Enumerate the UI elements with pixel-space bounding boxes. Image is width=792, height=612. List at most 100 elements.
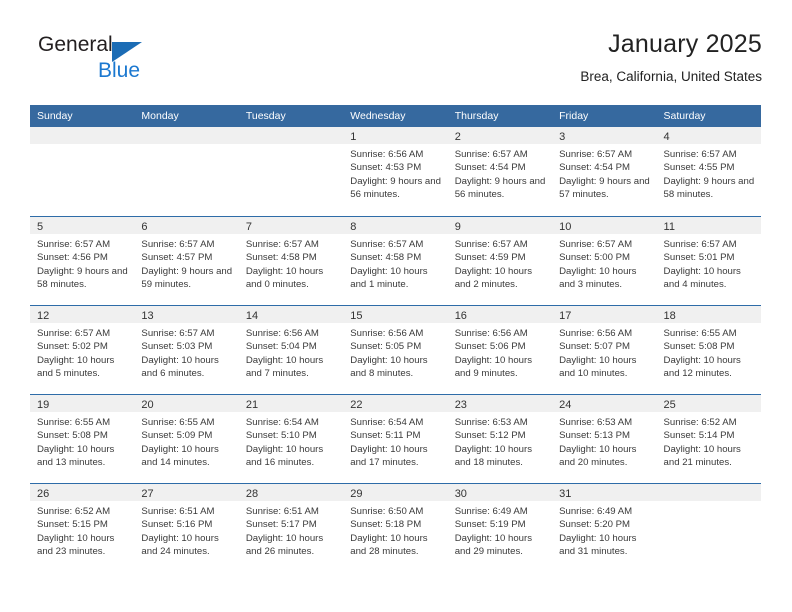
day-sun-info: Sunrise: 6:56 AM Sunset: 5:07 PM Daylight:… <box>552 323 656 380</box>
daylight-text: Daylight: 9 hours and 56 minutes. <box>350 175 441 200</box>
day-number: 7 <box>245 221 252 233</box>
day-number: 18 <box>663 310 676 322</box>
calendar-day-cell[interactable]: 14 Sunrise: 6:56 AM Sunset: 5:04 PM Dayligh… <box>238 306 344 394</box>
daylight-text: Daylight: 10 hours and 12 minutes. <box>663 354 741 379</box>
calendar-day-cell[interactable]: 19 Sunrise: 6:55 AM Sunset: 5:08 PM Dayligh… <box>30 395 135 483</box>
daylight-text: Daylight: 10 hours and 13 minutes. <box>37 443 115 468</box>
day-number: 6 <box>141 221 148 233</box>
calendar-grid: Sunday Monday Tuesday Wednesday Thursday Frid… <box>30 105 761 572</box>
day-number-band: 27 <box>134 484 239 501</box>
day-number: 20 <box>141 399 154 411</box>
calendar-day-cell[interactable]: 22 Sunrise: 6:54 AM Sunset: 5:11 PM Dayligh… <box>343 395 448 483</box>
day-number-band: 9 <box>447 217 553 234</box>
calendar-day-cell[interactable]: 20 Sunrise: 6:55 AM Sunset: 5:09 PM Dayligh… <box>134 395 239 483</box>
calendar-day-cell[interactable]: 29 Sunrise: 6:50 AM Sunset: 5:18 PM Dayligh… <box>343 484 448 572</box>
calendar-day-cell[interactable]: 17 Sunrise: 6:56 AM Sunset: 5:07 PM Dayligh… <box>552 306 657 394</box>
sunset-text: Sunset: 4:56 PM <box>37 252 108 264</box>
day-number-band: 26 <box>30 484 135 501</box>
weekday-header-monday: Monday <box>141 110 179 122</box>
sunrise-text: Sunrise: 6:56 AM <box>454 328 528 339</box>
sunset-text: Sunset: 5:07 PM <box>559 341 631 353</box>
day-sun-info: Sunrise: 6:55 AM Sunset: 5:08 PM Daylight:… <box>30 412 134 469</box>
day-number-band: 25 <box>656 395 761 412</box>
weekday-header-row: Sunday Monday Tuesday Wednesday Thursday Frid… <box>30 105 761 127</box>
day-number-band: 31 <box>552 484 657 501</box>
calendar-day-cell[interactable]: 1 Sunrise: 6:56 AM Sunset: 4:53 PM Daylight… <box>343 127 448 216</box>
calendar-week-row: 26 Sunrise: 6:52 AM Sunset: 5:15 PM Dayligh… <box>30 483 761 572</box>
daylight-text: Daylight: 10 hours and 26 minutes. <box>245 532 324 557</box>
calendar-day-cell[interactable]: 31 Sunrise: 6:49 AM Sunset: 5:20 PM Dayligh… <box>552 484 657 572</box>
sunset-text: Sunset: 4:58 PM <box>350 252 422 264</box>
calendar-day-cell[interactable]: 23 Sunrise: 6:53 AM Sunset: 5:12 PM Dayligh… <box>447 395 553 483</box>
weekday-header-wednesday: Wednesday <box>350 110 406 122</box>
calendar-day-cell[interactable]: 18 Sunrise: 6:55 AM Sunset: 5:08 PM Dayligh… <box>656 306 761 394</box>
daylight-text: Daylight: 10 hours and 18 minutes. <box>454 443 533 468</box>
day-number-band <box>656 484 761 501</box>
calendar-day-cell[interactable]: 10 Sunrise: 6:57 AM Sunset: 5:00 PM Dayligh… <box>552 217 657 305</box>
calendar-day-cell[interactable]: 11 Sunrise: 6:57 AM Sunset: 5:01 PM Dayligh… <box>656 217 761 305</box>
calendar-day-cell[interactable]: 21 Sunrise: 6:54 AM Sunset: 5:10 PM Dayligh… <box>238 395 344 483</box>
day-number: 29 <box>350 488 363 500</box>
calendar-day-cell[interactable]: 2 Sunrise: 6:57 AM Sunset: 4:54 PM Daylight… <box>447 127 553 216</box>
daylight-text: Daylight: 10 hours and 1 minute. <box>350 265 428 290</box>
page-header: General Blue January 2025 Brea, Californ… <box>30 28 762 100</box>
sunrise-text: Sunrise: 6:49 AM <box>559 506 633 517</box>
daylight-text: Daylight: 10 hours and 0 minutes. <box>245 265 324 290</box>
sunrise-text: Sunrise: 6:54 AM <box>245 417 319 428</box>
calendar-day-cell[interactable]: 3 Sunrise: 6:57 AM Sunset: 4:54 PM Daylight… <box>552 127 657 216</box>
calendar-day-cell[interactable]: 24 Sunrise: 6:53 AM Sunset: 5:13 PM Dayligh… <box>552 395 657 483</box>
sunrise-text: Sunrise: 6:56 AM <box>350 328 424 339</box>
day-sun-info: Sunrise: 6:53 AM Sunset: 5:13 PM Daylight:… <box>552 412 656 469</box>
daylight-text: Daylight: 9 hours and 58 minutes. <box>37 265 128 290</box>
day-number-band: 23 <box>447 395 553 412</box>
calendar-day-cell[interactable]: 5 Sunrise: 6:57 AM Sunset: 4:56 PM Daylight… <box>30 217 135 305</box>
calendar-day-cell[interactable]: 15 Sunrise: 6:56 AM Sunset: 5:05 PM Dayligh… <box>343 306 448 394</box>
calendar-day-cell[interactable]: 16 Sunrise: 6:56 AM Sunset: 5:06 PM Dayligh… <box>447 306 553 394</box>
sunset-text: Sunset: 5:01 PM <box>663 252 735 264</box>
day-number-band: 6 <box>134 217 239 234</box>
daylight-text: Daylight: 10 hours and 16 minutes. <box>245 443 324 468</box>
sunrise-text: Sunrise: 6:57 AM <box>559 149 633 160</box>
sunset-text: Sunset: 5:20 PM <box>559 519 631 531</box>
calendar-day-cell[interactable]: 25 Sunrise: 6:52 AM Sunset: 5:14 PM Dayligh… <box>656 395 761 483</box>
sunrise-text: Sunrise: 6:57 AM <box>559 239 633 250</box>
day-number: 17 <box>559 310 572 322</box>
calendar-day-cell[interactable]: 30 Sunrise: 6:49 AM Sunset: 5:19 PM Dayligh… <box>447 484 553 572</box>
day-sun-info: Sunrise: 6:57 AM Sunset: 5:00 PM Daylight:… <box>552 234 656 291</box>
calendar-day-cell[interactable]: 9 Sunrise: 6:57 AM Sunset: 4:59 PM Daylight… <box>447 217 553 305</box>
day-number: 21 <box>245 399 259 411</box>
daylight-text: Daylight: 10 hours and 4 minutes. <box>663 265 741 290</box>
title-block: January 2025 Brea, California, United St… <box>580 28 762 85</box>
day-number: 3 <box>559 131 566 143</box>
calendar-day-cell[interactable]: 13 Sunrise: 6:57 AM Sunset: 5:03 PM Dayligh… <box>134 306 239 394</box>
daylight-text: Daylight: 10 hours and 6 minutes. <box>141 354 219 379</box>
day-number: 25 <box>663 399 676 411</box>
day-number-band: 12 <box>30 306 135 323</box>
calendar-day-cell[interactable]: 4 Sunrise: 6:57 AM Sunset: 4:55 PM Daylight… <box>656 127 761 216</box>
calendar-page: General Blue January 2025 Brea, Californ… <box>0 0 792 612</box>
sunset-text: Sunset: 4:55 PM <box>663 162 735 174</box>
day-number: 11 <box>663 221 675 233</box>
day-number-band: 4 <box>656 127 761 144</box>
day-number: 4 <box>663 131 670 143</box>
sunset-text: Sunset: 5:08 PM <box>37 430 108 442</box>
calendar-day-cell[interactable]: 27 Sunrise: 6:51 AM Sunset: 5:16 PM Dayligh… <box>134 484 239 572</box>
daylight-text: Daylight: 9 hours and 56 minutes. <box>454 175 546 200</box>
day-number: 27 <box>141 488 154 500</box>
day-number: 9 <box>454 221 461 233</box>
calendar-day-cell[interactable]: 8 Sunrise: 6:57 AM Sunset: 4:58 PM Daylight… <box>343 217 448 305</box>
sunrise-text: Sunrise: 6:57 AM <box>245 239 319 250</box>
sunset-text: Sunset: 4:54 PM <box>454 162 526 174</box>
day-number: 31 <box>559 488 572 500</box>
calendar-day-cell[interactable]: 26 Sunrise: 6:52 AM Sunset: 5:15 PM Dayligh… <box>30 484 135 572</box>
day-sun-info: Sunrise: 6:57 AM Sunset: 5:03 PM Daylight:… <box>134 323 238 380</box>
day-sun-info: Sunrise: 6:57 AM Sunset: 4:56 PM Daylight:… <box>30 234 134 291</box>
calendar-day-cell[interactable]: 7 Sunrise: 6:57 AM Sunset: 4:58 PM Daylight… <box>238 217 344 305</box>
calendar-day-cell[interactable]: 12 Sunrise: 6:57 AM Sunset: 5:02 PM Dayligh… <box>30 306 135 394</box>
daylight-text: Daylight: 10 hours and 20 minutes. <box>559 443 637 468</box>
calendar-day-cell[interactable]: 6 Sunrise: 6:57 AM Sunset: 4:57 PM Daylight… <box>134 217 239 305</box>
calendar-day-cell[interactable]: 28 Sunrise: 6:51 AM Sunset: 5:17 PM Dayligh… <box>238 484 344 572</box>
sunset-text: Sunset: 5:03 PM <box>141 341 213 353</box>
day-sun-info: Sunrise: 6:56 AM Sunset: 5:05 PM Daylight:… <box>343 323 447 380</box>
day-number: 2 <box>454 131 461 143</box>
